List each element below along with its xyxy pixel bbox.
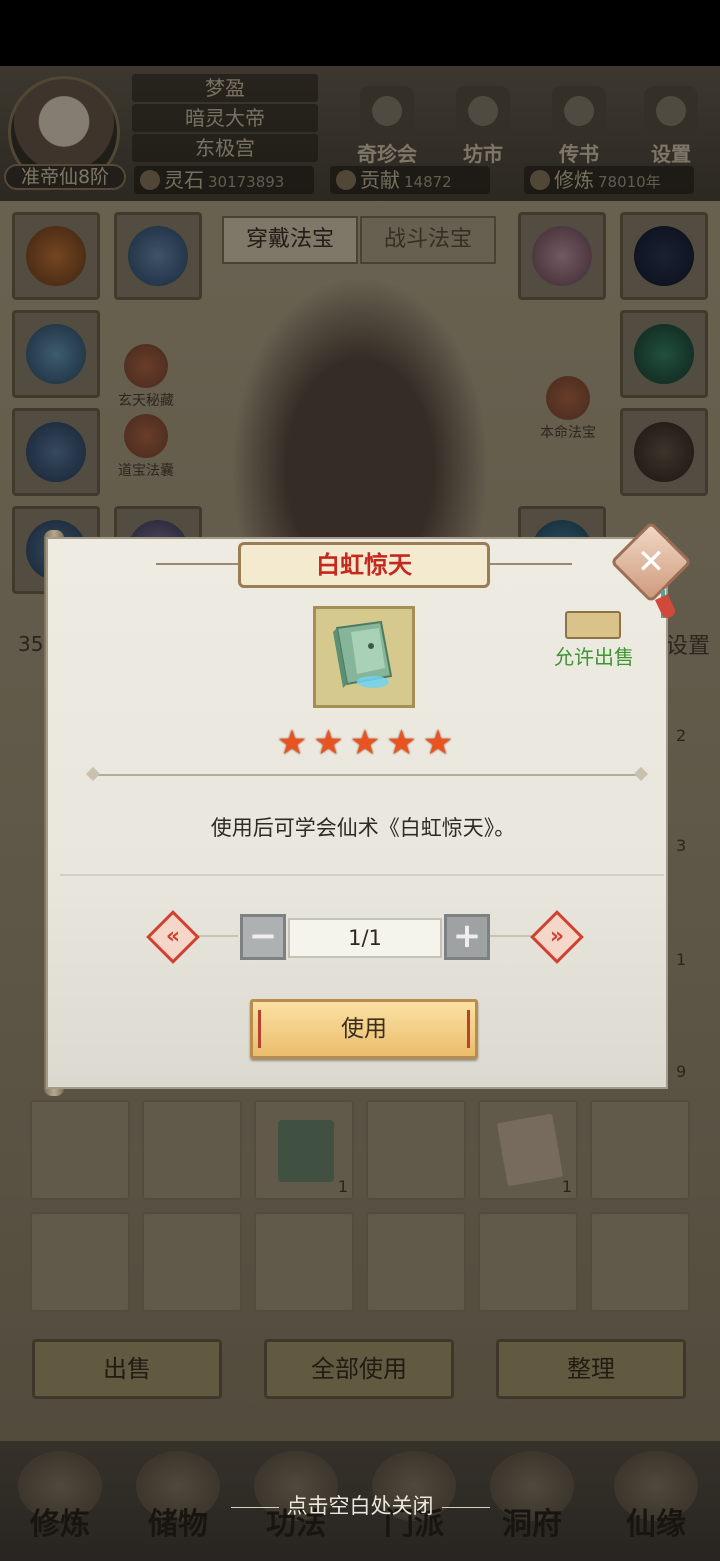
tap-blank-to-close-hint: 点击空白处关闭: [0, 1490, 720, 1520]
double-chevron-right-icon: »: [549, 924, 565, 949]
skill-book-icon: [333, 620, 393, 688]
close-icon: ✕: [636, 542, 666, 582]
panel-separator: [60, 874, 664, 876]
dialog-title: 白虹惊天: [238, 542, 490, 588]
star-icon: ★: [313, 723, 344, 763]
quantity-display: 1/1: [288, 918, 442, 958]
star-icon: ★: [349, 723, 381, 763]
decrease-quantity-button[interactable]: −: [240, 914, 286, 960]
increase-quantity-button[interactable]: +: [444, 914, 490, 960]
star-icon: ★: [386, 723, 417, 763]
use-button[interactable]: 使用: [250, 999, 478, 1059]
star-icon: ★: [276, 723, 308, 763]
double-chevron-left-icon: «: [165, 924, 181, 949]
star-rating: ★ ★ ★ ★ ★: [275, 726, 455, 760]
item-description: 使用后可学会仙术《白虹惊天》。: [210, 816, 516, 840]
star-icon: ★: [422, 723, 454, 763]
status-bar: [0, 0, 720, 66]
divider: [92, 774, 642, 776]
title-ornament-right: [490, 563, 572, 565]
sellable-label: 允许出售: [554, 645, 634, 669]
title-ornament-left: [156, 563, 238, 565]
sellable-icon: [565, 611, 621, 639]
